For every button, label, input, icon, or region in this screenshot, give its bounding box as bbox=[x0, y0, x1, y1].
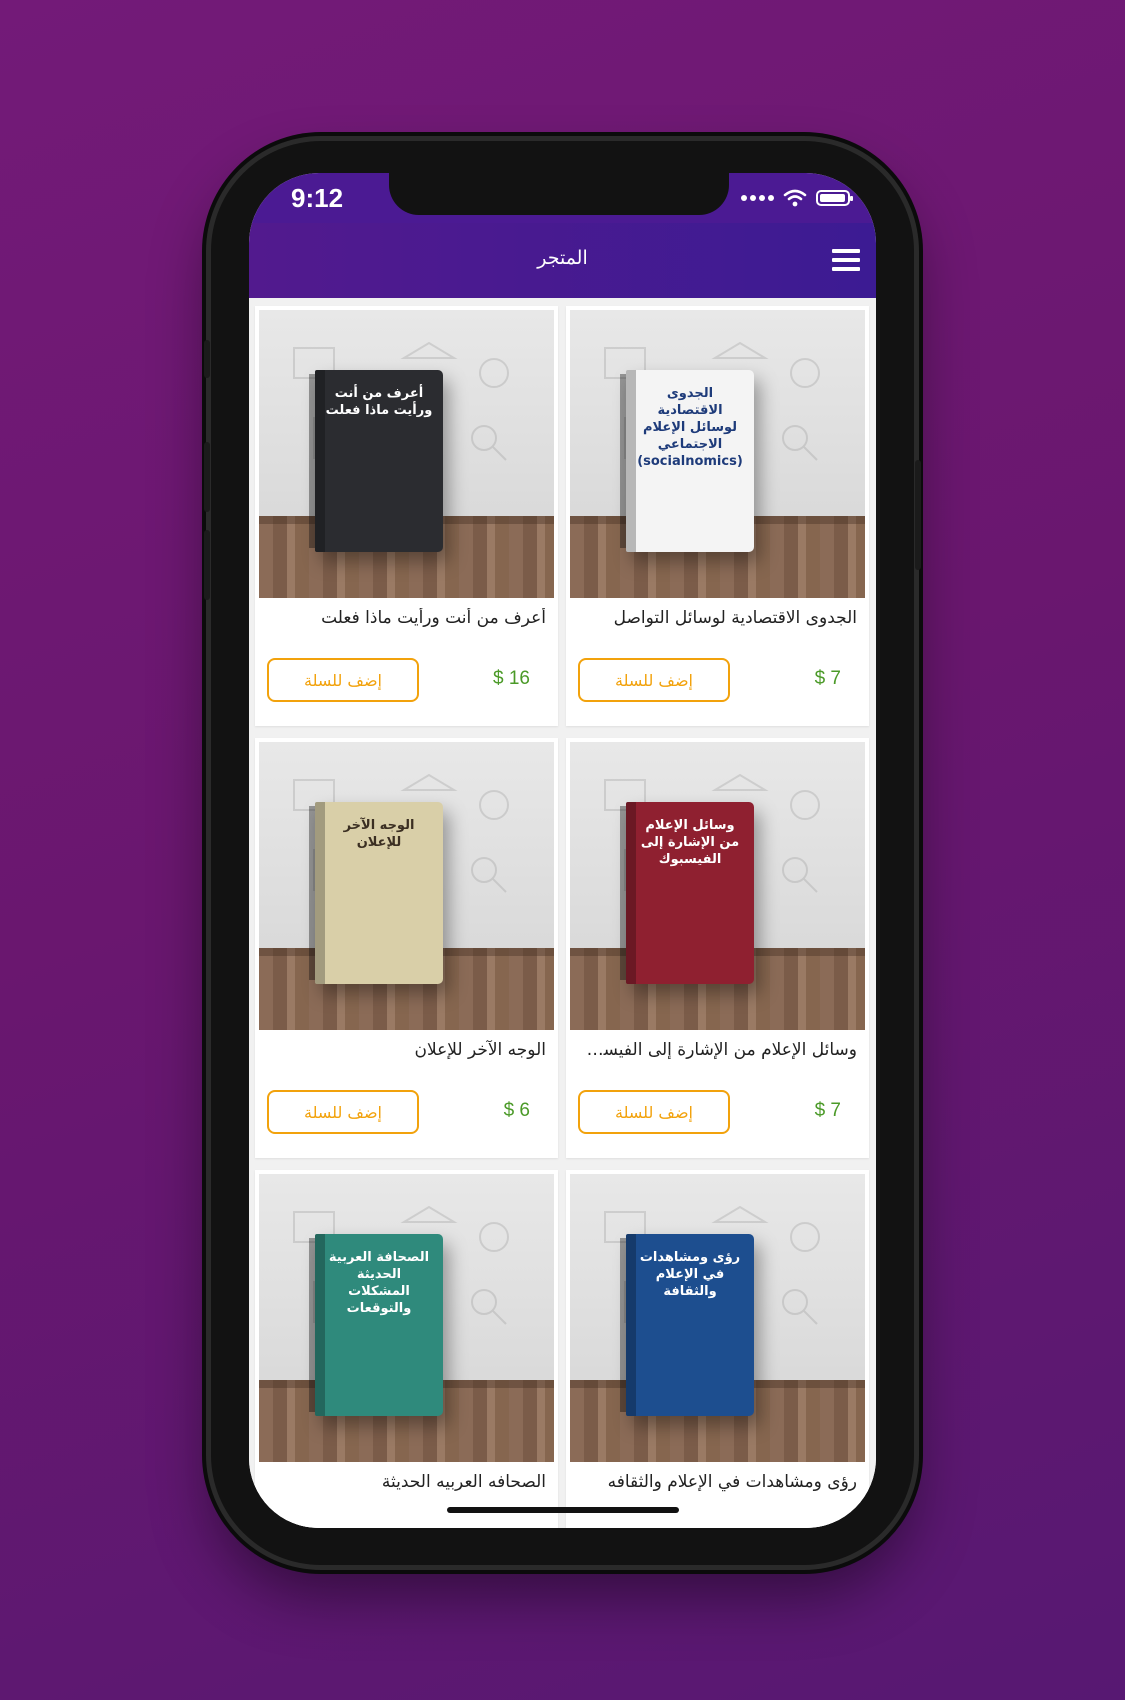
status-icons bbox=[741, 189, 853, 207]
product-price: $ 7 bbox=[814, 668, 841, 689]
add-to-cart-button[interactable]: إضف للسلة bbox=[578, 1090, 730, 1134]
product-price: $ 16 bbox=[493, 668, 530, 689]
book-cover-image[interactable]: رؤى ومشاهدات في الإعلام والثقافة bbox=[570, 1174, 865, 1462]
product-card[interactable]: أعرف من أنت ورأيت ماذا فعلت أعرف من أنت … bbox=[255, 306, 558, 726]
product-price: $ 6 bbox=[503, 1100, 530, 1121]
product-title[interactable]: وسائل الإعلام من الإشارة إلى الفيسب... bbox=[578, 1040, 857, 1068]
product-card[interactable]: وسائل الإعلام من الإشارة إلى الفيسبوك وس… bbox=[566, 738, 869, 1158]
power-button bbox=[915, 460, 921, 570]
volume-down-button bbox=[204, 530, 210, 600]
add-to-cart-button[interactable]: إضف للسلة bbox=[578, 658, 730, 702]
add-to-cart-button[interactable]: إضف للسلة bbox=[267, 1090, 419, 1134]
book-cover-image[interactable]: الوجه الآخر للإعلان bbox=[259, 742, 554, 1030]
book-cover-title: أعرف من أنت ورأيت ماذا فعلت bbox=[325, 386, 433, 418]
book: الصحافة العربية الحديثة المشكلات والتوقع… bbox=[315, 1234, 443, 1416]
book: وسائل الإعلام من الإشارة إلى الفيسبوك bbox=[626, 802, 754, 984]
book-cover-title: الوجه الآخر للإعلان bbox=[343, 818, 415, 850]
book-cover-title: رؤى ومشاهدات في الإعلام والثقافة bbox=[639, 1250, 741, 1299]
book: رؤى ومشاهدات في الإعلام والثقافة bbox=[626, 1234, 754, 1416]
product-title[interactable]: أعرف من أنت ورأيت ماذا فعلت bbox=[267, 608, 546, 636]
book-cover-image[interactable]: وسائل الإعلام من الإشارة إلى الفيسبوك bbox=[570, 742, 865, 1030]
signal-icon bbox=[741, 195, 774, 201]
product-price: $ 7 bbox=[814, 1100, 841, 1121]
book-spine bbox=[626, 802, 636, 984]
product-grid: الجدوى الاقتصادية لوسائل الإعلام الاجتما… bbox=[255, 306, 869, 1528]
product-actions: $ 7 إضف للسلة bbox=[566, 658, 869, 704]
book-spine bbox=[315, 370, 325, 552]
book: أعرف من أنت ورأيت ماذا فعلت bbox=[315, 370, 443, 552]
status-time: 9:12 bbox=[291, 183, 344, 213]
product-card[interactable]: الوجه الآخر للإعلان الوجه الآخر للإعلان … bbox=[255, 738, 558, 1158]
notch bbox=[389, 173, 729, 215]
product-title[interactable]: رؤى ومشاهدات في الإعلام والثقافه bbox=[578, 1472, 857, 1500]
silent-switch bbox=[204, 340, 210, 378]
product-card[interactable]: الصحافة العربية الحديثة المشكلات والتوقع… bbox=[255, 1170, 558, 1528]
book-cover-title: الصحافة العربية الحديثة المشكلات والتوقع… bbox=[328, 1250, 430, 1316]
product-actions: $ 16 إضف للسلة bbox=[255, 658, 558, 704]
book-cover-image[interactable]: الصحافة العربية الحديثة المشكلات والتوقع… bbox=[259, 1174, 554, 1462]
volume-up-button bbox=[204, 442, 210, 512]
book-spine bbox=[626, 1234, 636, 1416]
wifi-icon bbox=[783, 189, 807, 207]
product-title[interactable]: الجدوى الاقتصادية لوسائل التواصل bbox=[578, 608, 857, 636]
page-title: المتجر bbox=[537, 247, 588, 269]
product-card[interactable]: رؤى ومشاهدات في الإعلام والثقافة رؤى ومش… bbox=[566, 1170, 869, 1528]
book-spine bbox=[626, 370, 636, 552]
add-to-cart-button[interactable]: إضف للسلة bbox=[267, 658, 419, 702]
book: الجدوى الاقتصادية لوسائل الإعلام الاجتما… bbox=[626, 370, 754, 552]
book-cover-title: الجدوى الاقتصادية لوسائل الإعلام الاجتما… bbox=[637, 386, 743, 469]
book-cover-image[interactable]: أعرف من أنت ورأيت ماذا فعلت bbox=[259, 310, 554, 598]
product-title[interactable]: الصحافه العربيه الحديثة bbox=[267, 1472, 546, 1500]
product-actions: $ 7 إضف للسلة bbox=[566, 1090, 869, 1136]
status-bar: 9:12 bbox=[249, 173, 876, 223]
battery-icon bbox=[816, 190, 853, 206]
phone-screen: 9:12 المتجر الجدوى الاقتصادية لوسائل الإ… bbox=[249, 173, 876, 1528]
product-title[interactable]: الوجه الآخر للإعلان bbox=[267, 1040, 546, 1068]
product-list[interactable]: الجدوى الاقتصادية لوسائل الإعلام الاجتما… bbox=[249, 298, 876, 1528]
app-bar: المتجر bbox=[249, 223, 876, 298]
hamburger-menu-icon[interactable] bbox=[832, 249, 860, 275]
book-spine bbox=[315, 802, 325, 984]
home-indicator[interactable] bbox=[447, 1507, 679, 1513]
book: الوجه الآخر للإعلان bbox=[315, 802, 443, 984]
book-cover-image[interactable]: الجدوى الاقتصادية لوسائل الإعلام الاجتما… bbox=[570, 310, 865, 598]
book-cover-title: وسائل الإعلام من الإشارة إلى الفيسبوك bbox=[640, 818, 740, 867]
product-actions: $ 6 إضف للسلة bbox=[255, 1090, 558, 1136]
book-spine bbox=[315, 1234, 325, 1416]
product-card[interactable]: الجدوى الاقتصادية لوسائل الإعلام الاجتما… bbox=[566, 306, 869, 726]
